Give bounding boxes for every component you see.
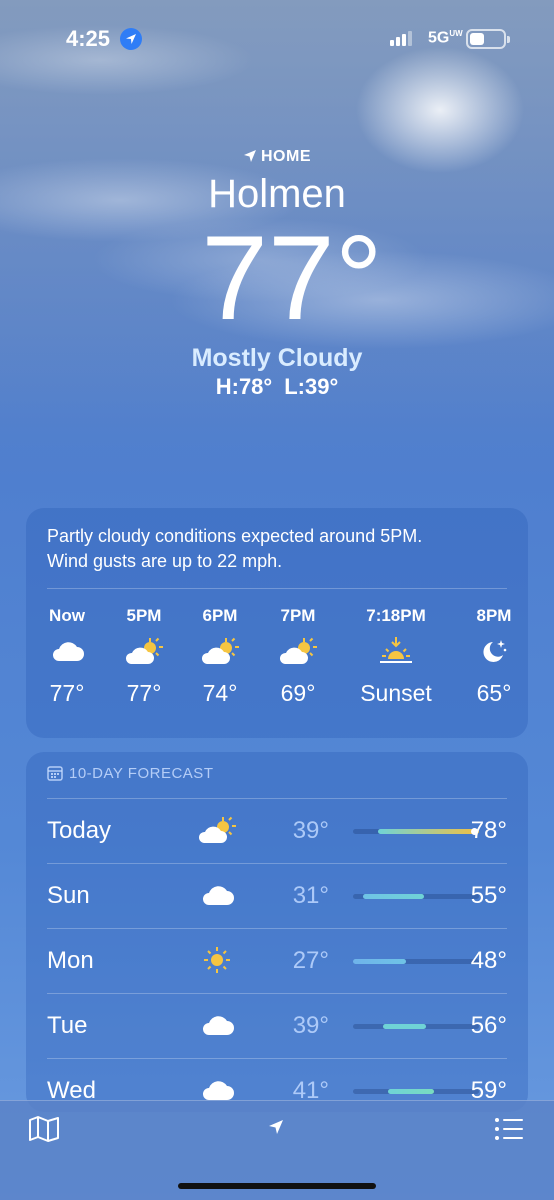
partly-sunny-icon — [180, 628, 260, 674]
cloud-icon — [197, 880, 237, 910]
current-temperature: 77° — [201, 211, 383, 345]
location-services-icon — [120, 28, 142, 50]
range-fill — [388, 1089, 434, 1094]
home-location-label: HOME — [0, 148, 554, 166]
status-time: 4:25 — [66, 26, 111, 51]
forecast-row[interactable]: Mon 27° 48° — [47, 929, 507, 993]
map-icon[interactable] — [28, 1115, 60, 1148]
hour-item[interactable]: Now 77° — [27, 606, 107, 707]
sun-icon — [197, 945, 237, 975]
partly-sunny-icon — [197, 815, 237, 845]
hourly-summary: Partly cloudy conditions expected around… — [47, 526, 423, 571]
range-fill — [353, 959, 406, 964]
network-type-label: 5GUW — [428, 29, 463, 47]
forecast-header: 10-DAY FORECAST — [47, 765, 213, 782]
forecast-row[interactable]: Tue 39° 56° — [47, 994, 507, 1058]
temperature-range-bar — [353, 828, 479, 835]
temperature-range-bar — [353, 1024, 479, 1029]
hourly-forecast-card[interactable]: Partly cloudy conditions expected around… — [26, 508, 528, 738]
sunset-icon — [346, 628, 446, 674]
cloud-icon — [197, 1010, 237, 1040]
low-temp: L:39° — [284, 374, 339, 399]
partly-sunny-icon — [258, 628, 338, 674]
divider — [47, 588, 507, 589]
cellular-signal-icon — [390, 30, 414, 46]
partly-sunny-icon — [104, 628, 184, 674]
status-bar: 4:25 5GUW — [0, 22, 554, 56]
range-fill — [378, 829, 479, 834]
forecast-row[interactable]: Sun 31° 55° — [47, 864, 507, 928]
hour-item[interactable]: 7PM 69° — [258, 606, 338, 707]
range-fill — [363, 894, 424, 899]
hour-item[interactable]: 7:18PM Sunset — [346, 606, 446, 707]
current-location-page-icon[interactable] — [268, 1119, 284, 1140]
high-low: H:78° L:39° — [0, 374, 554, 400]
ten-day-forecast-card[interactable]: 10-DAY FORECAST Today 39° 78° Sun 31° 55… — [26, 752, 528, 1112]
range-fill — [383, 1024, 427, 1029]
list-icon[interactable] — [494, 1117, 524, 1146]
moon-stars-icon — [456, 628, 532, 674]
high-temp: H:78° — [215, 374, 273, 399]
home-indicator[interactable] — [178, 1183, 376, 1189]
current-condition: Mostly Cloudy — [191, 344, 363, 372]
forecast-row[interactable]: Today 39° 78° — [47, 799, 507, 863]
hour-item[interactable]: 6PM 74° — [180, 606, 260, 707]
temperature-range-bar — [353, 959, 479, 964]
temperature-range-bar — [353, 1089, 479, 1094]
location-arrow-icon — [244, 150, 256, 162]
calendar-icon — [47, 766, 63, 781]
temperature-range-bar — [353, 894, 479, 899]
battery-icon — [466, 29, 510, 49]
hour-item[interactable]: 8PM 65° — [456, 606, 532, 707]
hour-item[interactable]: 5PM 77° — [104, 606, 184, 707]
cloud-icon — [27, 628, 107, 674]
